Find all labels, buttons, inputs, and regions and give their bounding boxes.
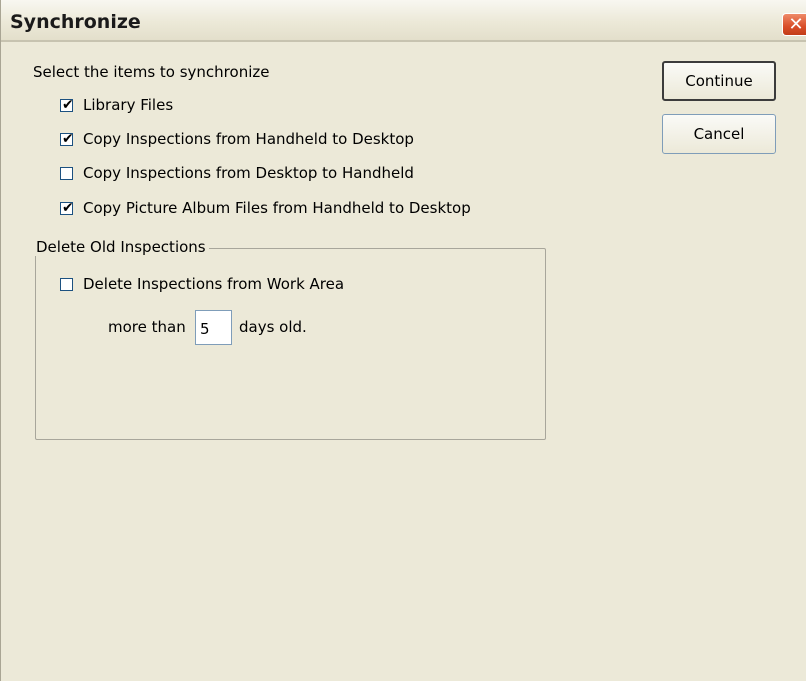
checkbox-box[interactable]: ✔ xyxy=(60,130,74,147)
days-input[interactable] xyxy=(195,310,232,345)
checkbox-box[interactable]: ✔ xyxy=(60,96,74,113)
checkbox-copy-desktop-to-handheld[interactable]: Copy Inspections from Desktop to Handhel… xyxy=(60,162,414,184)
cancel-button[interactable]: Cancel xyxy=(662,114,776,154)
close-button[interactable]: ✕ xyxy=(782,13,806,36)
check-icon: ✔ xyxy=(62,130,74,147)
sync-prompt: Select the items to synchronize xyxy=(33,63,270,81)
close-icon: ✕ xyxy=(788,14,804,35)
checkbox-delete-inspections[interactable]: Delete Inspections from Work Area xyxy=(60,273,344,295)
checkbox-label: Copy Inspections from Handheld to Deskto… xyxy=(83,130,414,148)
checkbox-box[interactable]: ✔ xyxy=(60,199,74,216)
group-legend: Delete Old Inspections xyxy=(35,238,209,256)
days-old-label: days old. xyxy=(239,318,307,336)
continue-button[interactable]: Continue xyxy=(662,61,776,101)
more-than-label: more than xyxy=(108,318,186,336)
window-title: Synchronize xyxy=(10,11,141,33)
checkbox-copy-picture-album[interactable]: ✔ Copy Picture Album Files from Handheld… xyxy=(60,197,471,219)
checkbox-label: Copy Picture Album Files from Handheld t… xyxy=(83,199,471,217)
checkbox-label: Library Files xyxy=(83,96,174,114)
check-icon: ✔ xyxy=(62,199,74,216)
checkbox-label: Delete Inspections from Work Area xyxy=(83,275,345,293)
checkbox-box[interactable] xyxy=(60,166,73,180)
checkbox-copy-handheld-to-desktop[interactable]: ✔ Copy Inspections from Handheld to Desk… xyxy=(60,128,414,150)
checkbox-label: Copy Inspections from Desktop to Handhel… xyxy=(83,164,414,182)
synchronize-dialog: Synchronize ✕ Select the items to synchr… xyxy=(0,0,806,681)
checkbox-library-files[interactable]: ✔ Library Files xyxy=(60,94,173,116)
check-icon: ✔ xyxy=(62,96,74,113)
checkbox-box[interactable] xyxy=(60,277,73,291)
title-bar[interactable]: Synchronize ✕ xyxy=(1,0,806,42)
